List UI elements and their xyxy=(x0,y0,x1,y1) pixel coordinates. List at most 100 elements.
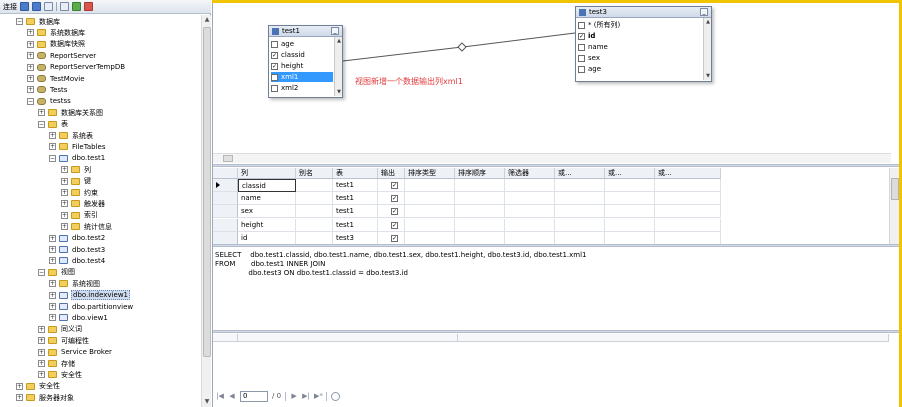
tree-node[interactable]: + 触发器 xyxy=(61,198,106,209)
grid-cell-empty[interactable] xyxy=(455,205,505,219)
grid-cell-column[interactable]: name xyxy=(238,192,296,206)
sql-pane[interactable]: SELECT dbo.test1.classid, dbo.test1.name… xyxy=(213,248,899,330)
tree-node[interactable]: + 数据库关系图 xyxy=(38,107,104,118)
tree-node[interactable]: + TestMovie xyxy=(27,73,86,84)
grid-cell-empty[interactable] xyxy=(505,231,555,244)
minimize-icon[interactable]: _ xyxy=(331,27,339,35)
grid-cell-empty[interactable] xyxy=(605,205,655,219)
expand-icon[interactable]: + xyxy=(38,371,45,379)
sql-line[interactable]: SELECT dbo.test1.classid, dbo.test1.name… xyxy=(215,251,899,260)
scroll-up-arrow-icon[interactable]: ▲ xyxy=(202,15,212,25)
grid-cell-alias[interactable] xyxy=(296,218,333,232)
grid-cell-empty[interactable] xyxy=(455,231,505,244)
scrollbar-thumb[interactable] xyxy=(223,155,233,162)
grid-cell-empty[interactable] xyxy=(555,192,605,206)
tree-node[interactable]: + dbo.test3 xyxy=(49,244,106,255)
expand-icon[interactable]: + xyxy=(61,189,68,196)
row-selector[interactable] xyxy=(213,179,238,192)
grid-cell-empty[interactable] xyxy=(455,218,505,232)
grid-cell-table[interactable]: test1 xyxy=(333,192,378,206)
grid-cell-column[interactable]: id xyxy=(238,231,296,244)
tree-node[interactable]: − testss xyxy=(27,96,72,107)
output-checkbox[interactable]: ✓ xyxy=(391,195,398,203)
column-checkbox[interactable] xyxy=(578,65,585,73)
grid-row[interactable]: name test1 ✓ xyxy=(213,192,721,206)
tree-node[interactable]: + FileTables xyxy=(49,141,106,152)
table-column-row[interactable]: ✓ classid xyxy=(271,50,333,60)
row-selector[interactable] xyxy=(213,205,238,219)
pane-splitter[interactable] xyxy=(213,330,899,333)
expand-icon[interactable]: + xyxy=(27,29,34,37)
tree-node[interactable]: − 视图 xyxy=(38,267,76,278)
tree-node[interactable]: + 索引 xyxy=(61,210,99,221)
scroll-down-arrow-icon[interactable]: ▼ xyxy=(704,72,712,80)
expand-icon[interactable]: + xyxy=(61,223,68,231)
scroll-down-arrow-icon[interactable]: ▼ xyxy=(335,88,343,96)
expand-icon[interactable]: + xyxy=(49,291,56,299)
grid-cell-output[interactable]: ✓ xyxy=(378,231,405,244)
column-checkbox[interactable]: ✓ xyxy=(271,73,278,81)
stop-icon[interactable] xyxy=(331,391,341,401)
grid-cell-empty[interactable] xyxy=(555,205,605,219)
grid-column-header[interactable]: 别名 xyxy=(296,168,333,179)
grid-cell-empty[interactable] xyxy=(605,179,655,192)
tree-node[interactable]: + ReportServerTempDB xyxy=(27,62,126,73)
expand-icon[interactable]: + xyxy=(16,394,23,402)
table-column-row[interactable]: ✓ xml1 xyxy=(271,72,333,82)
grid-cell-column[interactable]: sex xyxy=(238,205,296,219)
grid-cell-empty[interactable] xyxy=(555,179,605,192)
table-window-title[interactable]: test1 _ xyxy=(269,26,342,37)
tree-node[interactable]: + 统计信息 xyxy=(61,221,113,232)
tree-node[interactable]: + dbo.test2 xyxy=(49,233,106,244)
expand-icon[interactable]: + xyxy=(49,303,56,310)
scroll-up-arrow-icon[interactable]: ▲ xyxy=(335,37,343,45)
column-checkbox[interactable]: ✓ xyxy=(271,51,278,59)
sql-line[interactable]: dbo.test3 ON dbo.test1.classid = dbo.tes… xyxy=(215,269,899,278)
connect-server-icon[interactable] xyxy=(20,2,29,11)
tree-node[interactable]: + dbo.view1 xyxy=(49,312,109,323)
grid-column-header[interactable]: 表 xyxy=(333,168,378,179)
output-checkbox[interactable]: ✓ xyxy=(391,182,398,189)
tree-node[interactable]: + 列 xyxy=(61,164,92,175)
tree-node[interactable]: + 数据库快照 xyxy=(27,39,86,50)
grid-cell-alias[interactable] xyxy=(296,231,333,244)
tree-node[interactable]: − 数据库 xyxy=(16,16,61,27)
grid-cell-empty[interactable] xyxy=(605,192,655,206)
tree-node[interactable]: + ReportServer xyxy=(27,50,97,61)
expand-icon[interactable]: + xyxy=(27,75,34,82)
grid-cell-column[interactable]: height xyxy=(238,218,296,232)
tree-node[interactable]: + 服务器对象 xyxy=(16,392,75,403)
row-selector[interactable] xyxy=(213,218,238,232)
table-window-test3[interactable]: test3 _ ▲ ▼ * (所有列) ✓ id name sex age xyxy=(575,6,712,82)
tree-node[interactable]: + dbo.test4 xyxy=(49,255,106,266)
expand-icon[interactable]: + xyxy=(38,109,45,117)
next-record-button[interactable]: ▶ xyxy=(290,392,298,400)
tree-node[interactable]: + 系统数据库 xyxy=(27,27,86,38)
grid-row[interactable]: height test1 ✓ xyxy=(213,218,721,232)
table-window-test1[interactable]: test1 _ ▲ ▼ age ✓ classid ✓ height ✓ xml1 xml2 xyxy=(268,25,343,98)
grid-cell-empty[interactable] xyxy=(405,192,455,206)
table-column-row[interactable]: name xyxy=(578,42,702,52)
column-checkbox[interactable]: ✓ xyxy=(271,62,278,70)
grid-cell-table[interactable]: test3 xyxy=(333,231,378,244)
expand-icon[interactable]: + xyxy=(61,200,68,208)
diagram-pane[interactable]: test1 _ ▲ ▼ age ✓ classid ✓ height ✓ xml1 xml2 … xyxy=(213,3,899,149)
grid-cell-empty[interactable] xyxy=(605,231,655,244)
last-record-button[interactable]: ▶| xyxy=(302,392,310,400)
output-checkbox[interactable]: ✓ xyxy=(391,221,398,229)
grid-cell-output[interactable]: ✓ xyxy=(378,192,405,206)
table-column-row[interactable]: xml2 xyxy=(271,83,333,93)
expand-icon[interactable]: + xyxy=(27,52,34,60)
table-column-row[interactable]: age xyxy=(271,39,333,49)
tree-node[interactable]: + 系统表 xyxy=(49,130,94,141)
object-explorer-scrollbar[interactable]: ▲ ▼ xyxy=(201,15,211,407)
grid-cell-table[interactable]: test1 xyxy=(333,205,378,219)
tree-node[interactable]: + 系统视图 xyxy=(49,278,101,289)
results-pane[interactable] xyxy=(213,334,899,386)
expand-icon[interactable]: + xyxy=(38,337,45,345)
expand-icon[interactable]: + xyxy=(61,211,68,219)
tree-node[interactable]: + 安全性 xyxy=(16,381,61,392)
table-window-title[interactable]: test3 _ xyxy=(576,7,711,18)
grid-column-header[interactable]: 或... xyxy=(605,168,655,179)
disconnect-icon[interactable] xyxy=(32,2,41,11)
